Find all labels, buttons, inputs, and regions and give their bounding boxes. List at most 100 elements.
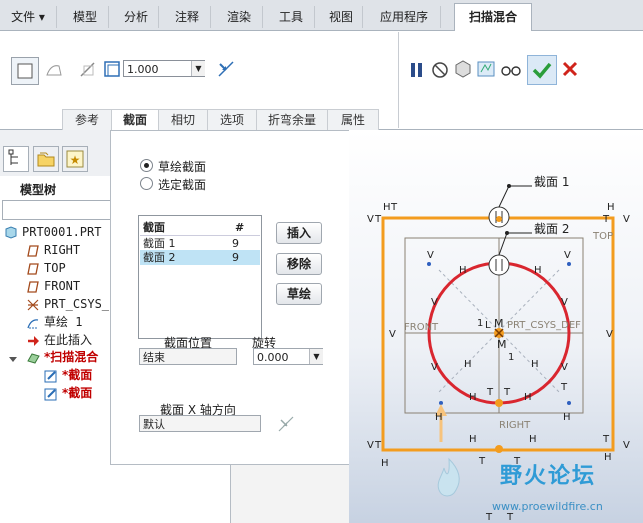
svg-text:H: H — [381, 458, 389, 469]
tab-render[interactable]: 渲染 — [216, 6, 263, 28]
sketch-canvas-svg[interactable]: H T V T H T V V T H T V H V V H H V V V … — [349, 130, 643, 523]
datum-plane-icon — [26, 280, 40, 294]
watermark-flame-logo — [432, 456, 466, 502]
sketched-sections-label: 草绘截面 — [158, 160, 207, 174]
svg-text:H: H — [604, 452, 612, 463]
sketch-button[interactable]: 草绘 — [276, 283, 322, 305]
watermark-cn-text: 野火论坛 — [500, 464, 597, 489]
insert-arrow-icon — [26, 334, 40, 348]
svg-text:T: T — [485, 512, 493, 523]
section-name: 截面 2 — [143, 251, 176, 264]
remove-button[interactable]: 移除 — [276, 253, 322, 275]
callout-section-1: 截面 1 — [534, 175, 569, 189]
subtab-sections[interactable]: 截面 — [111, 109, 158, 131]
tree-item-csys[interactable]: PRT_CSYS_ — [44, 295, 109, 313]
svg-text:M: M — [497, 338, 507, 351]
tree-filter-field[interactable] — [2, 200, 112, 220]
verify-mode-icon[interactable] — [476, 59, 496, 79]
svg-text:V: V — [623, 214, 630, 225]
tree-item-sweep-blend[interactable]: *扫描混合 — [44, 348, 98, 366]
chevron-down-icon[interactable]: ▼ — [191, 61, 205, 76]
graphics-window[interactable]: H T V T H T V V T H T V H V V H H V V V … — [349, 130, 643, 523]
chevron-down-icon[interactable]: ▼ — [309, 349, 323, 364]
sketched-sections-radio[interactable] — [140, 159, 153, 172]
tree-item-insert-here[interactable]: 在此插入 — [44, 331, 92, 349]
tree-item-sketch1[interactable]: 草绘 1 — [44, 313, 82, 331]
tab-applications[interactable]: 应用程序 — [368, 6, 441, 28]
flip-direction-icon[interactable] — [216, 59, 236, 79]
tree-item-right[interactable]: RIGHT — [44, 241, 80, 259]
selected-sections-label: 选定截面 — [158, 178, 207, 192]
svg-text:V: V — [606, 329, 613, 340]
svg-text:T: T — [374, 440, 382, 451]
tab-file[interactable]: 文件 ▾ — [0, 6, 57, 28]
tab-analysis[interactable]: 分析 — [114, 6, 159, 28]
svg-text:T: T — [560, 382, 568, 393]
folder-browser-icon[interactable] — [33, 146, 59, 172]
header-section: 截面 — [143, 221, 165, 234]
subtab-options[interactable]: 选项 — [207, 109, 256, 130]
svg-text:T: T — [374, 214, 382, 225]
no-preview-icon[interactable] — [430, 60, 450, 80]
svg-text:T: T — [503, 387, 511, 398]
svg-text:T: T — [478, 456, 486, 467]
tree-item-section-2[interactable]: *截面 — [62, 384, 92, 402]
subtab-bend-allowance[interactable]: 折弯余量 — [256, 109, 327, 130]
tree-item-section-1[interactable]: *截面 — [62, 366, 92, 384]
tree-item-front[interactable]: FRONT — [44, 277, 80, 295]
subtab-tangency[interactable]: 相切 — [158, 109, 207, 130]
svg-text:V: V — [623, 440, 630, 451]
subtab-references[interactable]: 参考 — [62, 109, 111, 130]
selected-sections-radio[interactable] — [140, 177, 153, 190]
datum-plane-icon — [26, 262, 40, 276]
cancel-x-icon[interactable] — [560, 59, 580, 79]
subtab-properties[interactable]: 属性 — [327, 109, 379, 130]
svg-text:V: V — [367, 214, 374, 225]
tree-item-top[interactable]: TOP — [44, 259, 66, 277]
svg-text:H: H — [607, 202, 615, 213]
flip-x-direction-icon[interactable] — [276, 414, 296, 434]
insert-button[interactable]: 插入 — [276, 222, 322, 244]
solid-type-icon[interactable] — [11, 57, 39, 85]
svg-text:M: M — [494, 317, 504, 330]
surface-type-icon[interactable] — [44, 60, 64, 80]
favorites-icon[interactable]: ★ — [62, 146, 88, 172]
table-row[interactable]: 截面 1 9 — [140, 235, 260, 251]
svg-text:T: T — [390, 202, 398, 213]
remove-material-icon[interactable] — [78, 60, 98, 80]
tab-tools[interactable]: 工具 — [268, 6, 315, 28]
collapse-triangle-icon[interactable] — [8, 352, 18, 366]
svg-text:1: 1 — [477, 318, 483, 329]
glasses-icon[interactable] — [500, 60, 522, 80]
svg-text:H: H — [435, 412, 443, 423]
ribbon-divider — [398, 32, 399, 128]
model-tree-title: 模型树 — [20, 183, 57, 197]
tab-model[interactable]: 模型 — [62, 6, 109, 28]
table-row-selected[interactable]: 截面 2 9 — [140, 250, 260, 265]
tab-sweep-blend[interactable]: 扫描混合 — [454, 3, 532, 31]
svg-text:T: T — [486, 387, 494, 398]
preview-geometry-icon[interactable] — [453, 59, 473, 79]
svg-text:V: V — [431, 297, 438, 308]
table-header: 截面 # — [140, 220, 260, 235]
tree-item-part[interactable]: PRT0001.PRT — [22, 223, 101, 241]
tab-annotate[interactable]: 注释 — [164, 6, 211, 28]
svg-text:H: H — [464, 359, 472, 370]
thicken-icon[interactable] — [102, 59, 122, 79]
pause-icon[interactable] — [407, 60, 427, 80]
svg-text:H: H — [534, 265, 542, 276]
section-location-field[interactable]: 结束 — [139, 348, 237, 365]
circle-bottom-point — [495, 399, 503, 407]
model-tree-tab-icon[interactable] — [3, 146, 29, 172]
svg-text:H: H — [529, 434, 537, 445]
confirm-check-icon[interactable] — [527, 55, 557, 85]
section-name: 截面 1 — [143, 237, 176, 250]
svg-text:T: T — [602, 434, 610, 445]
section-x-direction-field[interactable]: 默认 — [139, 415, 261, 432]
svg-text:V: V — [389, 329, 396, 340]
svg-text:T: T — [506, 512, 514, 523]
sections-table: 截面 # 截面 1 9 截面 2 9 — [138, 215, 262, 339]
svg-text:H: H — [531, 359, 539, 370]
plane-right-label: RIGHT — [499, 420, 531, 431]
tab-view[interactable]: 视图 — [320, 6, 363, 28]
